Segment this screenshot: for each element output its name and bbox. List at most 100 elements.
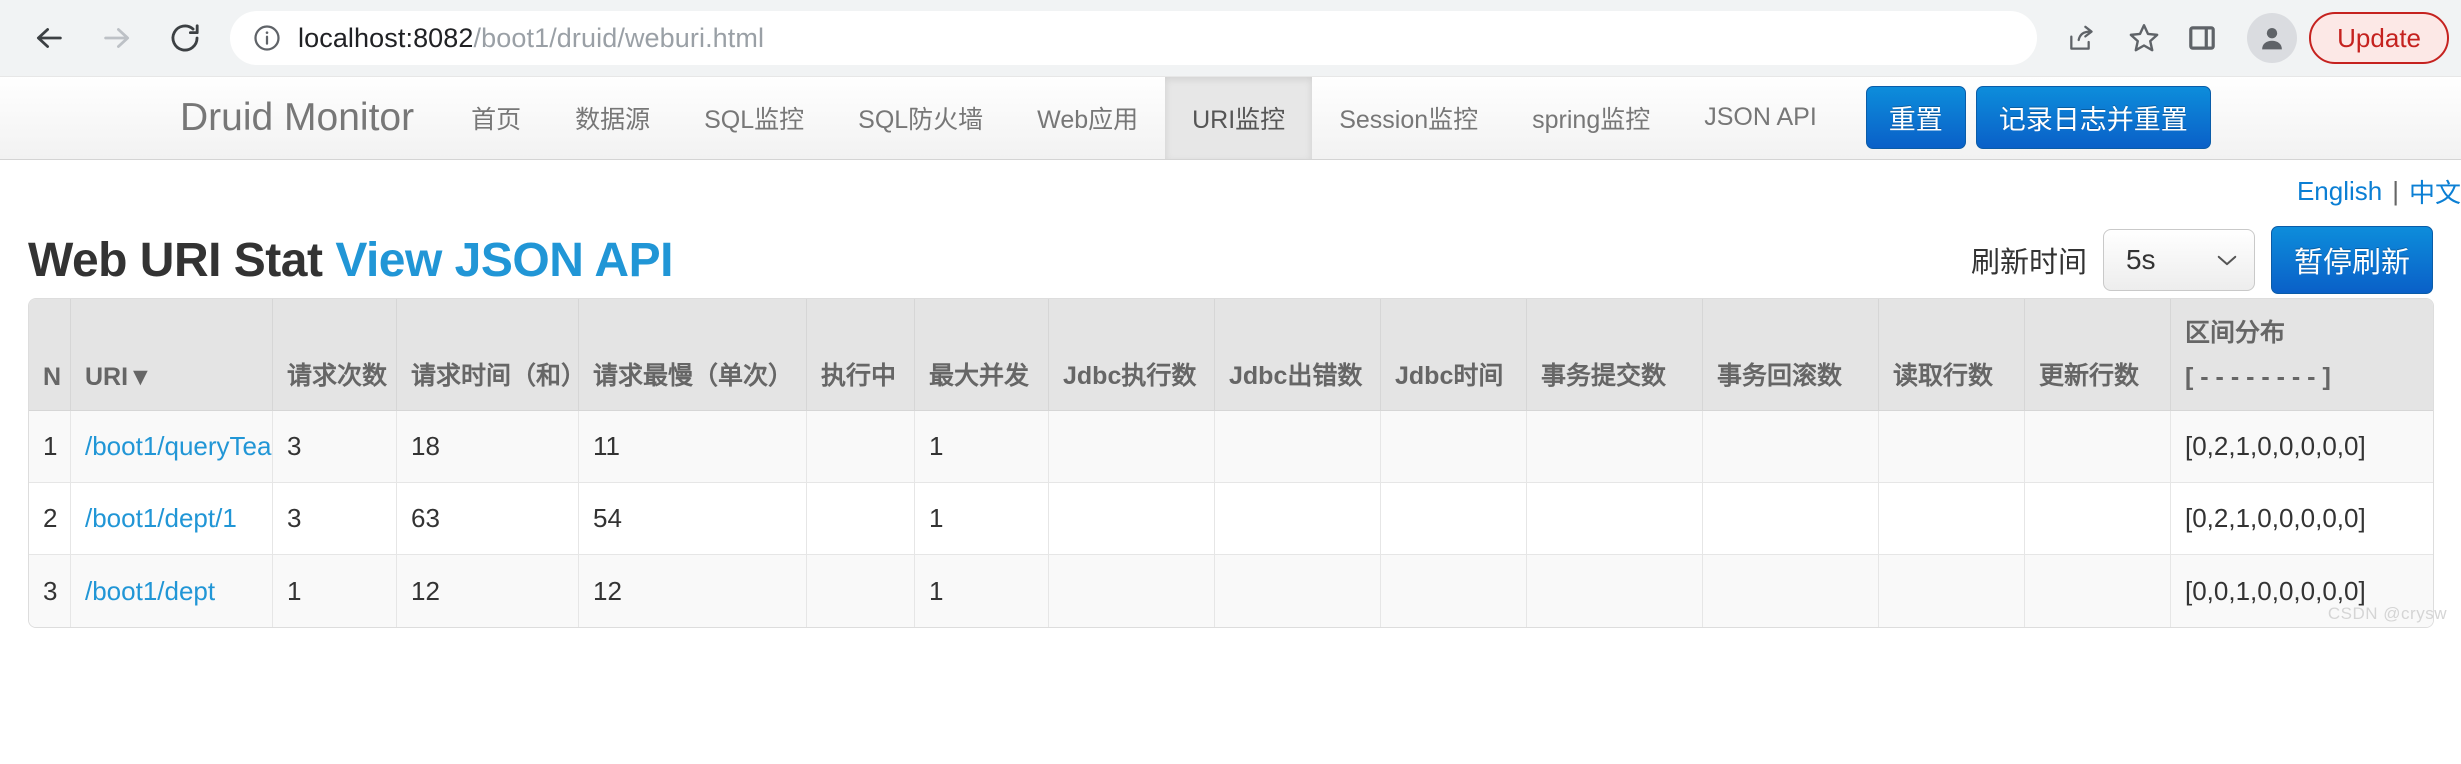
share-button[interactable]	[2053, 9, 2111, 67]
refresh-interval-select[interactable]: 5s	[2103, 229, 2255, 291]
col-header-jdbc-time[interactable]: Jdbc时间	[1381, 299, 1527, 411]
cell-jdbc-time	[1381, 483, 1527, 555]
bookmark-button[interactable]	[2115, 9, 2173, 67]
nav-item-web-app[interactable]: Web应用	[1010, 76, 1165, 159]
col-header-jdbc-error[interactable]: Jdbc出错数	[1215, 299, 1381, 411]
view-json-api-link[interactable]: View JSON API	[335, 234, 673, 287]
col-header-tx-commit[interactable]: 事务提交数	[1527, 299, 1703, 411]
col-header-histogram-title: 区间分布	[2185, 313, 2419, 349]
col-header-update-rows[interactable]: 更新行数	[2025, 299, 2171, 411]
lang-chinese-link[interactable]: 中文	[2409, 173, 2461, 210]
col-header-request-count[interactable]: 请求次数	[273, 299, 397, 411]
cell-histogram: [0,2,1,0,0,0,0,0]	[2171, 483, 2433, 555]
col-header-running[interactable]: 执行中	[807, 299, 915, 411]
cell-request-count: 3	[273, 411, 397, 483]
nav-item-sql-monitor[interactable]: SQL监控	[677, 76, 831, 159]
navbar-actions: 重置 记录日志并重置	[1844, 76, 2233, 159]
cell-jdbc-error	[1215, 483, 1381, 555]
col-header-histogram[interactable]: 区间分布 [ - - - - - - - - ]	[2171, 299, 2433, 411]
address-bar[interactable]: localhost:8082/boot1/druid/weburi.html	[230, 11, 2037, 65]
nav-item-spring-monitor[interactable]: spring监控	[1505, 76, 1677, 159]
cell-max-concurrent: 1	[915, 555, 1049, 627]
cell-jdbc-time	[1381, 555, 1527, 627]
col-header-read-rows[interactable]: 读取行数	[1879, 299, 2025, 411]
uri-stat-table: N URI▼ 请求次数 请求时间（和） 请求最慢（单次） 执行中 最大并发 Jd…	[28, 298, 2434, 628]
forward-button[interactable]	[86, 7, 148, 69]
cell-running	[807, 483, 915, 555]
nav-item-sql-firewall[interactable]: SQL防火墙	[831, 76, 1010, 159]
cell-update-rows	[2025, 411, 2171, 483]
lang-separator: |	[2392, 176, 2399, 207]
app-navbar: Druid Monitor 首页 数据源 SQL监控 SQL防火墙 Web应用 …	[0, 76, 2461, 160]
col-header-n[interactable]: N	[29, 299, 71, 411]
url-path: /boot1/druid/weburi.html	[474, 23, 765, 53]
profile-avatar-icon	[2256, 22, 2288, 54]
log-and-reset-button[interactable]: 记录日志并重置	[1976, 86, 2211, 149]
cell-read-rows	[1879, 483, 2025, 555]
col-header-histogram-sub: [ - - - - - - - - ]	[2185, 363, 2419, 392]
cell-n: 1	[29, 411, 71, 483]
cell-tx-rollback	[1703, 555, 1879, 627]
nav-items: 首页 数据源 SQL监控 SQL防火墙 Web应用 URI监控 Session监…	[444, 76, 1844, 159]
cell-request-slowest: 54	[579, 483, 807, 555]
brand-title[interactable]: Druid Monitor	[0, 76, 444, 159]
browser-right-controls: Update	[2173, 9, 2443, 67]
cell-max-concurrent: 1	[915, 483, 1049, 555]
col-header-max-concurrent[interactable]: 最大并发	[915, 299, 1049, 411]
cell-tx-rollback	[1703, 411, 1879, 483]
cell-n: 2	[29, 483, 71, 555]
arrow-left-icon	[32, 21, 66, 55]
cell-request-time-sum: 63	[397, 483, 579, 555]
col-header-request-time-sum[interactable]: 请求时间（和）	[397, 299, 579, 411]
cell-request-slowest: 11	[579, 411, 807, 483]
omnibox-actions	[2053, 9, 2173, 67]
cell-jdbc-error	[1215, 411, 1381, 483]
reload-button[interactable]	[154, 7, 216, 69]
uri-link[interactable]: /boot1/queryTeacher	[85, 431, 273, 461]
nav-item-uri-monitor[interactable]: URI监控	[1165, 76, 1312, 159]
col-header-uri[interactable]: URI▼	[71, 299, 273, 411]
side-panel-button[interactable]	[2173, 9, 2231, 67]
profile-button[interactable]	[2247, 13, 2297, 63]
refresh-controls: 刷新时间 5s 暂停刷新	[1971, 226, 2433, 294]
share-icon	[2066, 22, 2098, 54]
nav-item-home[interactable]: 首页	[444, 76, 548, 159]
refresh-interval-label: 刷新时间	[1971, 239, 2087, 281]
arrow-right-icon	[100, 21, 134, 55]
cell-request-count: 1	[273, 555, 397, 627]
col-header-jdbc-exec[interactable]: Jdbc执行数	[1049, 299, 1215, 411]
cell-uri: /boot1/dept/1	[71, 483, 273, 555]
cell-uri: /boot1/dept	[71, 555, 273, 627]
lang-english-link[interactable]: English	[2297, 176, 2382, 207]
page-title-row: Web URI Stat View JSON API 刷新时间 5s 暂停刷新	[0, 222, 2461, 298]
cell-read-rows	[1879, 555, 2025, 627]
druid-page: Druid Monitor 首页 数据源 SQL监控 SQL防火墙 Web应用 …	[0, 76, 2461, 628]
cell-request-time-sum: 18	[397, 411, 579, 483]
col-header-tx-rollback[interactable]: 事务回滚数	[1703, 299, 1879, 411]
cell-max-concurrent: 1	[915, 411, 1049, 483]
cell-running	[807, 411, 915, 483]
table-row[interactable]: 3 /boot1/dept 1 12 12 1 [0,0,1,0,0,0,0,0…	[29, 555, 2433, 627]
nav-item-datasource[interactable]: 数据源	[548, 76, 677, 159]
back-button[interactable]	[18, 7, 80, 69]
nav-item-json-api[interactable]: JSON API	[1677, 76, 1844, 159]
table-row[interactable]: 1 /boot1/queryTeacher 3 18 11 1 [0,2,1,0…	[29, 411, 2433, 483]
url-host: localhost:8082	[298, 23, 474, 53]
nav-item-session-monitor[interactable]: Session监控	[1312, 76, 1505, 159]
page-title: Web URI Stat View JSON API	[28, 233, 673, 288]
pause-refresh-button[interactable]: 暂停刷新	[2271, 226, 2433, 294]
table-row[interactable]: 2 /boot1/dept/1 3 63 54 1 [0,2,1,0,0,0,0…	[29, 483, 2433, 555]
cell-tx-commit	[1527, 411, 1703, 483]
uri-link[interactable]: /boot1/dept	[85, 576, 215, 606]
info-circle-icon[interactable]	[252, 23, 282, 53]
update-button[interactable]: Update	[2309, 12, 2449, 64]
cell-read-rows	[1879, 411, 2025, 483]
uri-link[interactable]: /boot1/dept/1	[85, 503, 237, 533]
cell-jdbc-exec	[1049, 411, 1215, 483]
language-switcher: English | 中文	[0, 160, 2461, 222]
table-header: N URI▼ 请求次数 请求时间（和） 请求最慢（单次） 执行中 最大并发 Jd…	[29, 299, 2433, 411]
reset-button[interactable]: 重置	[1866, 86, 1966, 149]
col-header-request-slowest[interactable]: 请求最慢（单次）	[579, 299, 807, 411]
cell-running	[807, 555, 915, 627]
table-header-row: N URI▼ 请求次数 请求时间（和） 请求最慢（单次） 执行中 最大并发 Jd…	[29, 299, 2433, 411]
